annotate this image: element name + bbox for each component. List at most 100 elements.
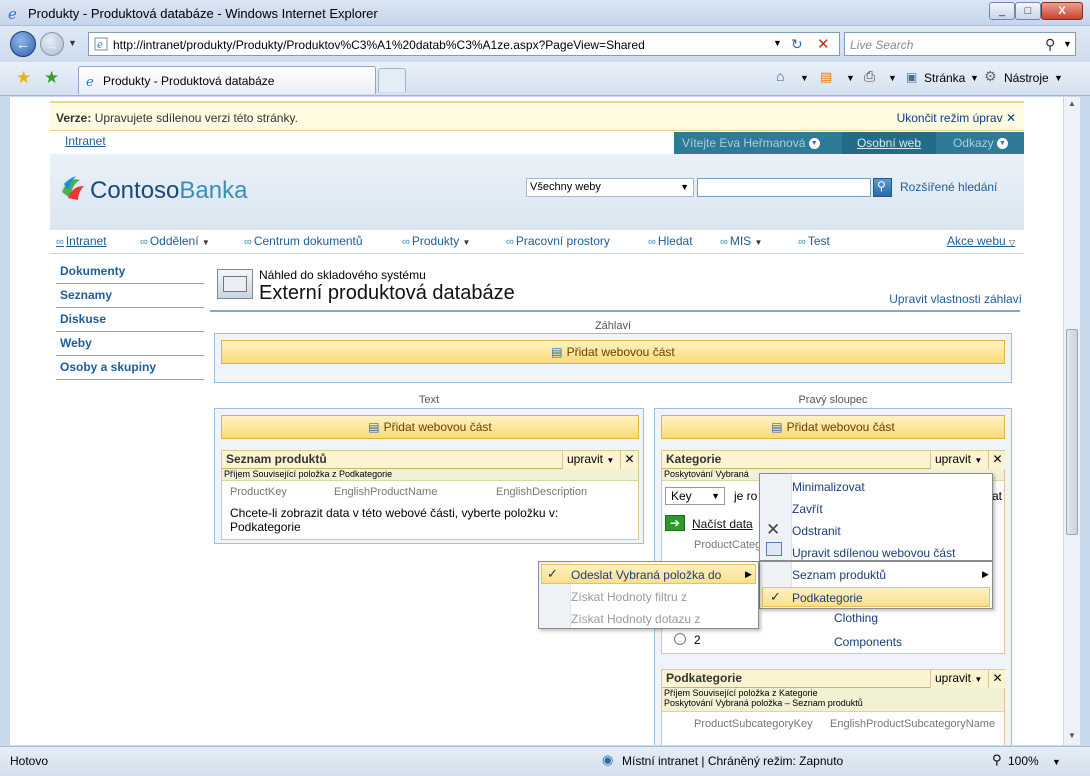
search-scope-select[interactable]: Všechny weby ▼ [526,178,694,197]
nav-item-test[interactable]: ∞ Test [798,234,830,248]
ql-item-dokumenty[interactable]: Dokumenty [56,260,204,284]
feeds-icon[interactable]: ▤ [820,69,832,85]
minimize-button[interactable]: _ [989,2,1015,20]
live-search-input[interactable]: Live Search ⚲ ▼ [844,32,1076,56]
site-logo-text[interactable]: ContosoBanka [90,177,247,205]
add-webpart-button-text[interactable]: ▤ Přidat webovou část [221,415,639,439]
column-header[interactable]: EnglishProductName [334,486,437,498]
add-webpart-button-right[interactable]: ▤ Přidat webovou část [661,415,1005,439]
nav-item-hledat[interactable]: ∞ Hledat [648,234,693,248]
column-header[interactable]: ProductCateg [694,539,761,551]
load-data-link[interactable]: Načíst data [692,517,753,531]
chevron-down-icon: ▼ [606,456,615,465]
column-header[interactable]: ProductSubcategoryKey [694,718,813,730]
advanced-search-link[interactable]: Rozšířené hledání [900,180,997,194]
nodes-icon: ∞ [720,236,728,248]
page-title: Externí produktová databáze [259,282,515,304]
webpart-close-icon[interactable]: ✕ [620,451,638,469]
my-site-link[interactable]: Osobní web [842,132,936,154]
menu-item-close[interactable]: Zavřít [792,502,823,516]
webpart-products: Seznam produktů upravit ▼ ✕ Příjem Souvi… [221,450,639,540]
intranet-zone-icon: ◉ [602,752,614,767]
address-dropdown-icon[interactable]: ▼ [773,38,782,48]
nav-item-oddeleni[interactable]: ∞ Oddělení ▼ [140,234,210,248]
new-tab-button[interactable] [378,68,406,92]
arrow-right-icon[interactable]: ➔ [665,515,685,531]
welcome-menu[interactable]: Vítejte Eva Heřmanová ▼ [674,132,842,154]
column-header[interactable]: EnglishDescription [496,486,587,498]
ql-item-weby[interactable]: Weby [56,332,204,356]
edit-title-properties-link[interactable]: Upravit vlastnosti záhlaví [889,292,1022,306]
webpart-close-icon[interactable]: ✕ [988,670,1006,688]
chevron-down-icon: ▼ [201,238,210,247]
version-text: Upravujete sdílenou verzi této stránky. [94,111,298,125]
back-button[interactable]: ← [10,31,36,57]
category-row-name[interactable]: Clothing [834,611,878,625]
webpart-edit-menu[interactable]: upravit ▼ [930,670,988,688]
menu-item-minimize[interactable]: Minimalizovat [792,480,865,494]
refresh-icon[interactable]: ↻ [791,36,803,53]
history-dropdown-icon[interactable]: ▼ [68,38,77,48]
search-icon[interactable]: ⚲ [1045,36,1055,53]
ql-item-diskuse[interactable]: Diskuse [56,308,204,332]
site-search-button[interactable]: ⚲ [873,178,892,197]
chevron-down-icon: ▽ [1009,238,1016,247]
close-button[interactable]: X [1041,2,1083,20]
add-favorites-icon[interactable]: ★ [44,68,59,88]
close-icon: ✕ [1005,111,1016,125]
webpart-title: Podkategorie [662,670,930,688]
menu-item-send-selected[interactable]: Odeslat Vybraná položka do [571,568,721,582]
tools-dropdown-icon[interactable]: ▼ [1054,73,1063,83]
nav-item-intranet[interactable]: ∞ Intranet [56,234,107,248]
scrollbar-thumb[interactable] [1066,329,1078,535]
security-zone-text[interactable]: Místní intranet | Chráněný režim: Zapnut… [622,754,843,768]
zoom-level[interactable]: 100% [1008,754,1039,768]
menu-item-delete[interactable]: Odstranit [792,524,841,538]
stop-icon[interactable]: ✕ [817,35,830,53]
webpart-edit-menu[interactable]: upravit ▼ [930,451,988,469]
feeds-dropdown-icon[interactable]: ▼ [846,73,855,83]
forward-button[interactable]: → [40,32,64,56]
column-header[interactable]: EnglishProductSubcategoryName [830,718,995,730]
home-dropdown-icon[interactable]: ▼ [800,73,809,83]
menu-item-product-list[interactable]: Seznam produktů [792,568,886,582]
menu-item-edit-shared-webpart[interactable]: Upravit sdílenou webovou část [792,546,955,560]
nav-item-centrum-dokumentu[interactable]: ∞ Centrum dokumentů [244,234,363,248]
nav-item-pracovni-prostory[interactable]: ∞ Pracovní prostory [506,234,610,248]
category-row-radio[interactable] [674,633,686,645]
exit-edit-mode-link[interactable]: Ukončit režim úprav ✕ [897,111,1016,125]
scroll-down-icon[interactable]: ▼ [1068,731,1076,740]
page-dropdown-icon[interactable]: ▼ [970,73,979,83]
tab-produkty[interactable]: e Produkty - Produktová databáze [78,66,376,94]
filter-field-select[interactable]: Key ▼ [665,487,725,505]
home-icon[interactable]: ⌂ [776,68,784,84]
scroll-up-icon[interactable]: ▲ [1068,99,1076,108]
menu-item-subcategory[interactable]: Podkategorie [792,591,863,605]
site-search-input[interactable] [697,178,871,197]
print-dropdown-icon[interactable]: ▼ [888,73,897,83]
vertical-scrollbar[interactable]: ▲ ▼ [1063,97,1080,745]
site-actions-menu[interactable]: Akce webu ▽ [947,234,1015,248]
print-icon[interactable]: ⎙ [864,68,875,85]
search-dropdown-icon[interactable]: ▼ [1063,39,1072,49]
add-webpart-button-header[interactable]: ▤ Přidat webovou část [221,340,1005,364]
address-bar[interactable]: e http://intranet/produkty/Produkty/Prod… [88,32,840,56]
links-menu[interactable]: Odkazy ▼ [936,132,1024,154]
column-header[interactable]: ProductKey [230,486,287,498]
webpart-edit-menu[interactable]: upravit ▼ [562,451,620,469]
maximize-button[interactable]: □ [1015,2,1041,20]
webpart-close-icon[interactable]: ✕ [988,451,1006,469]
category-row-name[interactable]: Components [834,635,902,649]
zoom-dropdown-icon[interactable]: ▼ [1052,757,1061,767]
nav-item-mis[interactable]: ∞ MIS ▼ [720,234,762,248]
tools-menu[interactable]: Nástroje [1004,71,1049,85]
ql-item-seznamy[interactable]: Seznamy [56,284,204,308]
webpart-context-menu: Minimalizovat Zavřít ✕ Odstranit Upravit… [759,473,993,561]
favorites-star-icon[interactable]: ★ [16,68,31,88]
version-label: Verze: [56,111,92,125]
nodes-icon: ∞ [798,236,806,248]
page-menu[interactable]: Stránka [924,71,965,85]
ql-item-osoby-a-skupiny[interactable]: Osoby a skupiny [56,356,204,380]
top-site-link[interactable]: Intranet [65,134,106,148]
nav-item-produkty[interactable]: ∞ Produkty ▼ [402,234,470,248]
